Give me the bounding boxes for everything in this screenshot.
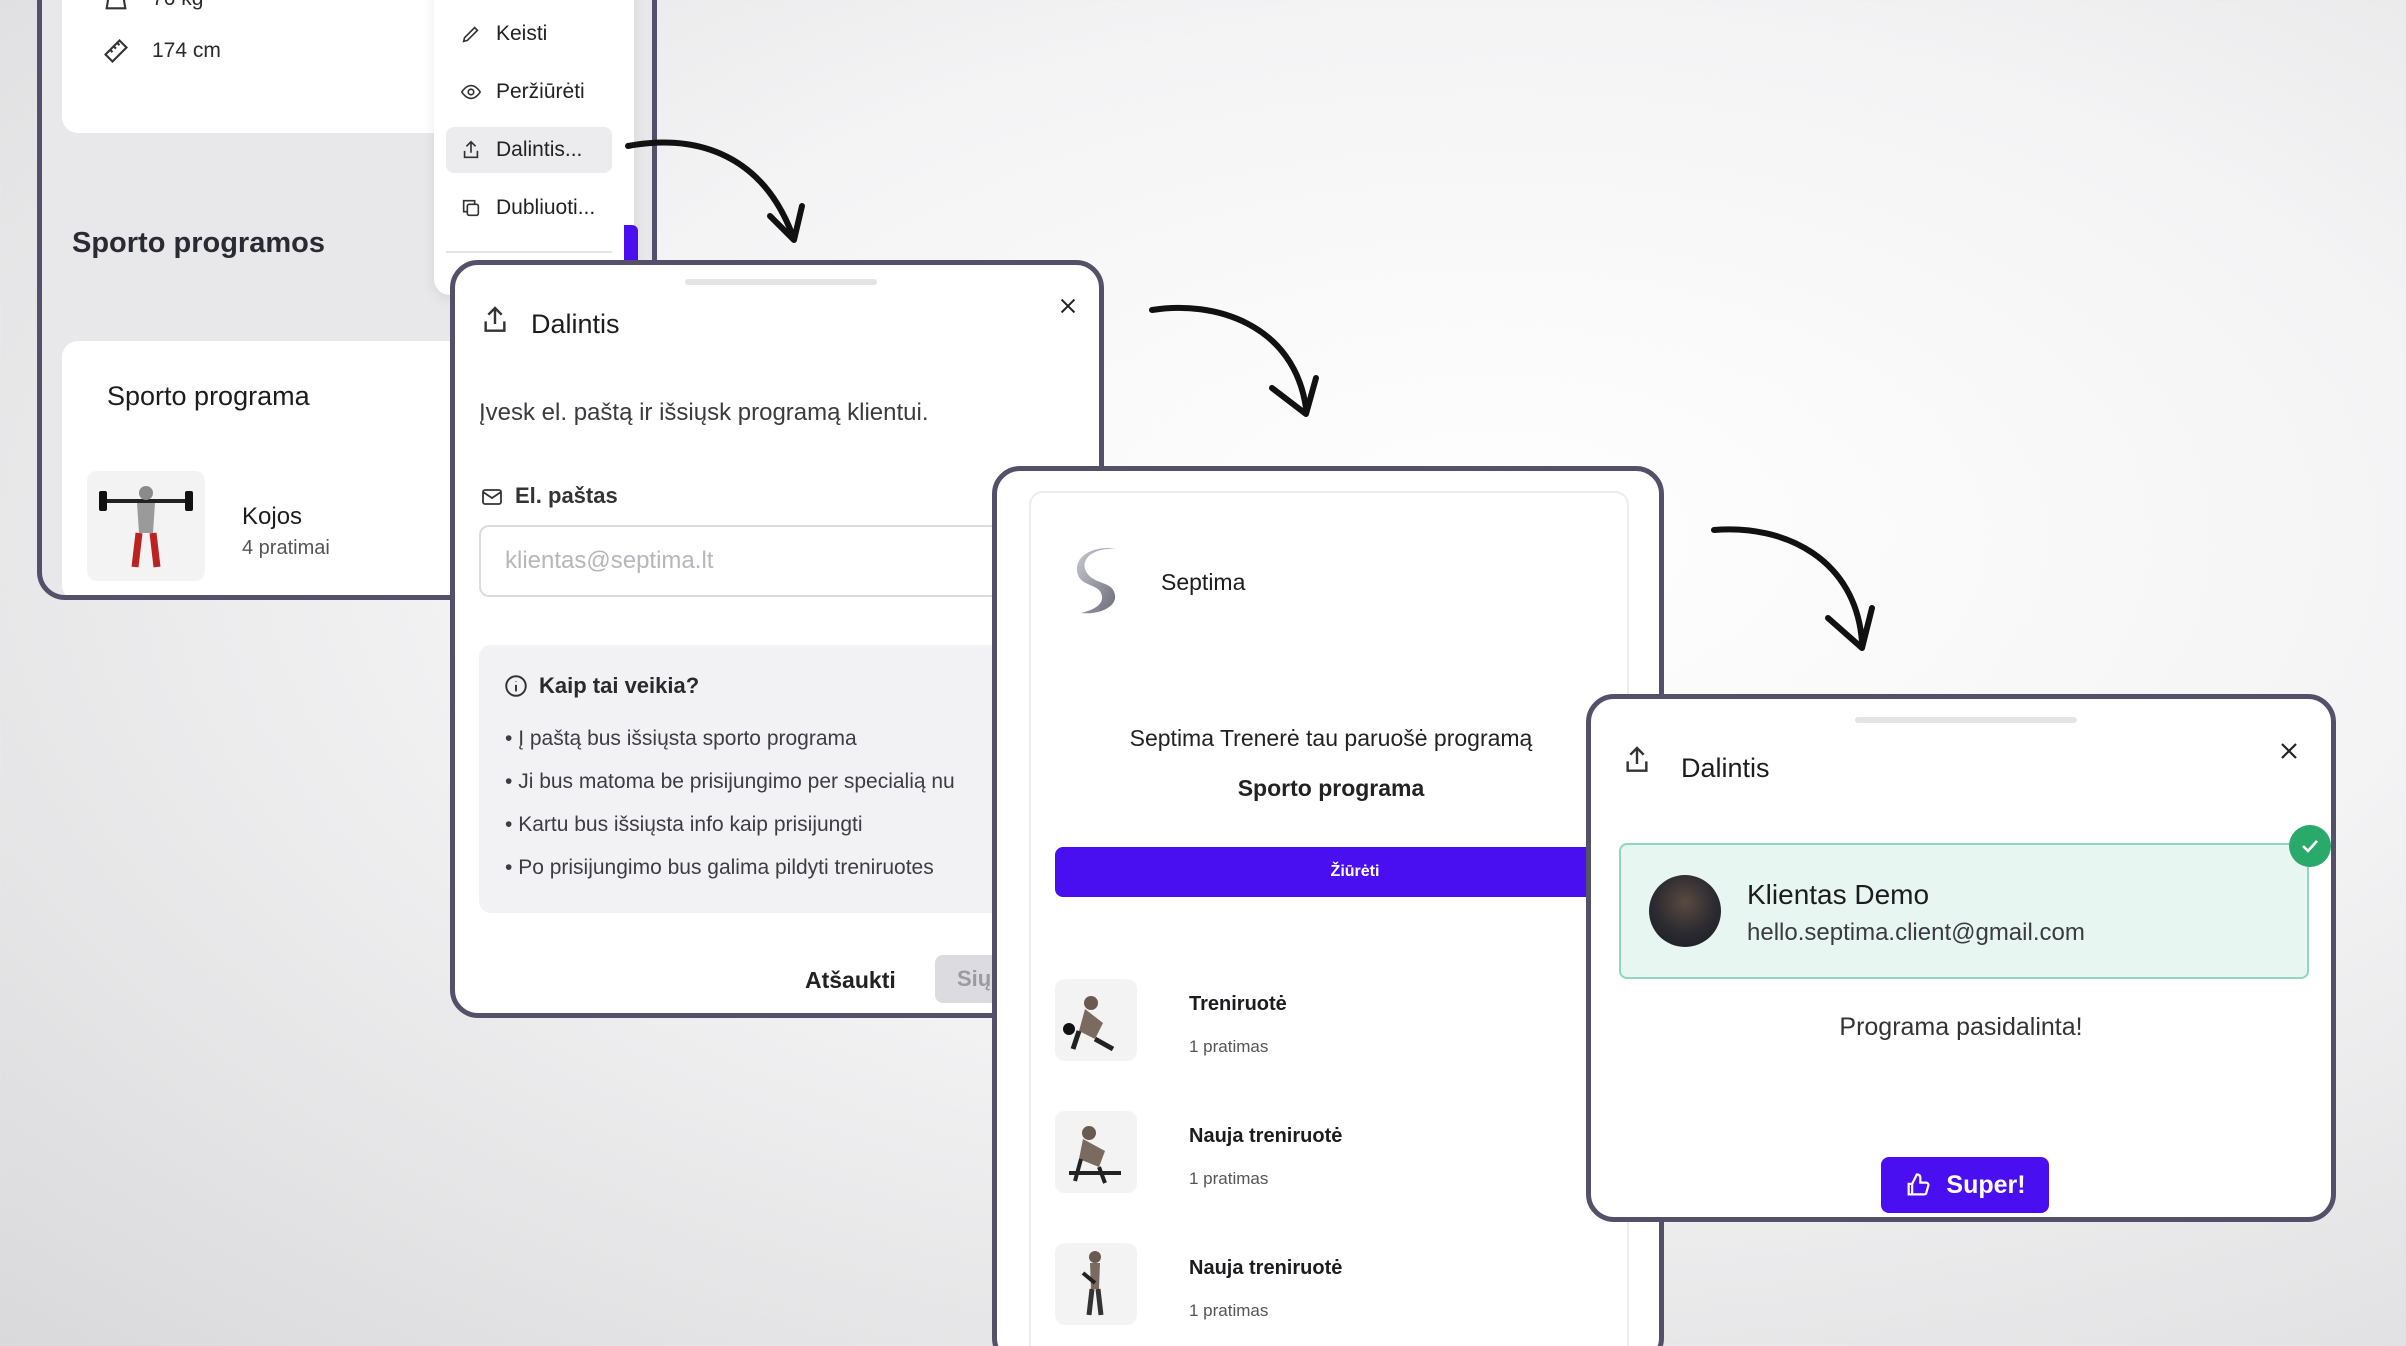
workout-title: Treniruotė bbox=[1189, 993, 1287, 1015]
menu-item-label: Keisti bbox=[496, 22, 548, 45]
menu-item-view[interactable]: Peržiūrėti bbox=[446, 69, 612, 115]
workout-thumbnail bbox=[1055, 1243, 1137, 1325]
close-icon[interactable] bbox=[2277, 739, 2301, 763]
ruler-icon bbox=[102, 37, 130, 65]
cancel-button[interactable]: Atšaukti bbox=[805, 967, 896, 994]
eye-icon bbox=[460, 81, 482, 103]
flow-arrow-icon bbox=[1149, 304, 1319, 417]
info-item: • Po prisijungimo bus galima pildyti tre… bbox=[505, 856, 934, 879]
thumbs-up-icon bbox=[1904, 1171, 1932, 1199]
height-value: 174 cm bbox=[152, 39, 221, 62]
email-program-name: Sporto programa bbox=[1237, 775, 1425, 801]
workout-subtitle: 1 pratimas bbox=[1189, 1037, 1269, 1056]
email-message: Septima Trenerė tau paruošė programą bbox=[1129, 725, 1533, 751]
email-input[interactable]: klientas@septima.lt bbox=[479, 525, 1039, 597]
menu-divider bbox=[446, 251, 612, 253]
client-email: hello.septima.client@gmail.com bbox=[1747, 919, 2085, 946]
selected-client-card[interactable]: Klientas Demo hello.septima.client@gmail… bbox=[1619, 843, 2309, 979]
profile-stats-card: 76 kg 174 cm bbox=[62, 0, 450, 133]
info-item: • Ji bus matoma be prisijungimo per spec… bbox=[505, 770, 955, 793]
drag-handle[interactable] bbox=[685, 279, 877, 285]
programs-heading: Sporto programos bbox=[72, 227, 325, 259]
email-label: El. paštas bbox=[515, 483, 618, 508]
workout-subtitle: 1 pratimas bbox=[1189, 1169, 1269, 1188]
workout-thumbnail bbox=[1055, 1111, 1137, 1193]
info-item: • Į paštą bus išsiųsta sporto programa bbox=[505, 727, 857, 750]
pencil-icon bbox=[460, 23, 482, 45]
modal-title: Dalintis bbox=[1681, 753, 1770, 783]
close-icon[interactable] bbox=[1057, 295, 1079, 317]
share-icon bbox=[479, 303, 511, 337]
success-message: Programa pasidalinta! bbox=[1839, 1013, 2083, 1041]
program-item-subtitle: 4 pratimai bbox=[242, 537, 330, 559]
program-item-title: Kojos bbox=[242, 503, 303, 530]
drag-handle[interactable] bbox=[1855, 717, 2077, 723]
workout-title: Nauja treniruotė bbox=[1189, 1257, 1343, 1279]
copy-icon bbox=[460, 197, 482, 219]
info-icon bbox=[503, 673, 529, 699]
weight-icon bbox=[102, 0, 130, 13]
workout-thumbnail bbox=[1055, 979, 1137, 1061]
menu-item-label: Peržiūrėti bbox=[496, 80, 585, 103]
menu-item-label: Dalintis... bbox=[496, 138, 583, 161]
height-row: 174 cm bbox=[102, 37, 221, 65]
client-name: Klientas Demo bbox=[1747, 879, 1930, 910]
check-icon bbox=[2289, 825, 2331, 867]
info-box: Kaip tai veikia? • Į paštą bus išsiųsta … bbox=[479, 645, 1039, 913]
info-title: Kaip tai veikia? bbox=[539, 673, 700, 698]
flow-arrow-icon bbox=[625, 139, 805, 243]
modal-title: Dalintis bbox=[531, 309, 620, 339]
share-icon bbox=[460, 139, 482, 161]
email-preview-panel: Septima Septima Trenerė tau paruošė prog… bbox=[992, 466, 1664, 1346]
super-button-label: Super! bbox=[1946, 1170, 2026, 1199]
share-icon bbox=[1621, 743, 1653, 777]
flow-arrow-icon bbox=[1711, 526, 1875, 651]
share-success-modal: Dalintis Klientas Demo hello.septima.cli… bbox=[1586, 694, 2336, 1222]
avatar bbox=[1649, 875, 1721, 947]
menu-item-edit[interactable]: Keisti bbox=[446, 11, 612, 57]
view-button[interactable]: Žiūrėti bbox=[1055, 847, 1655, 897]
workout-subtitle: 1 pratimas bbox=[1189, 1301, 1269, 1320]
menu-item-share[interactable]: Dalintis... bbox=[446, 127, 612, 173]
menu-item-duplicate[interactable]: Dubliuoti... bbox=[446, 185, 612, 231]
context-menu: Keisti Peržiūrėti Dalintis... Dubliuoti.… bbox=[434, 0, 634, 295]
super-button[interactable]: Super! bbox=[1881, 1157, 2049, 1213]
workout-title: Nauja treniruotė bbox=[1189, 1125, 1343, 1147]
program-card-title: Sporto programa bbox=[107, 381, 310, 411]
weight-row: 76 kg bbox=[102, 0, 203, 13]
share-description: Įvesk el. paštą ir išsiųsk programą klie… bbox=[479, 399, 929, 426]
weight-value: 76 kg bbox=[152, 0, 203, 11]
brand-name: Septima bbox=[1161, 569, 1246, 595]
email-card: Septima Septima Trenerė tau paruošė prog… bbox=[1029, 491, 1655, 1346]
septima-logo bbox=[1073, 543, 1125, 619]
info-item: • Kartu bus išsiųsta info kaip prisijung… bbox=[505, 813, 863, 836]
mail-icon bbox=[479, 485, 505, 509]
exercise-thumbnail bbox=[87, 471, 205, 581]
menu-item-label: Dubliuoti... bbox=[496, 196, 596, 219]
